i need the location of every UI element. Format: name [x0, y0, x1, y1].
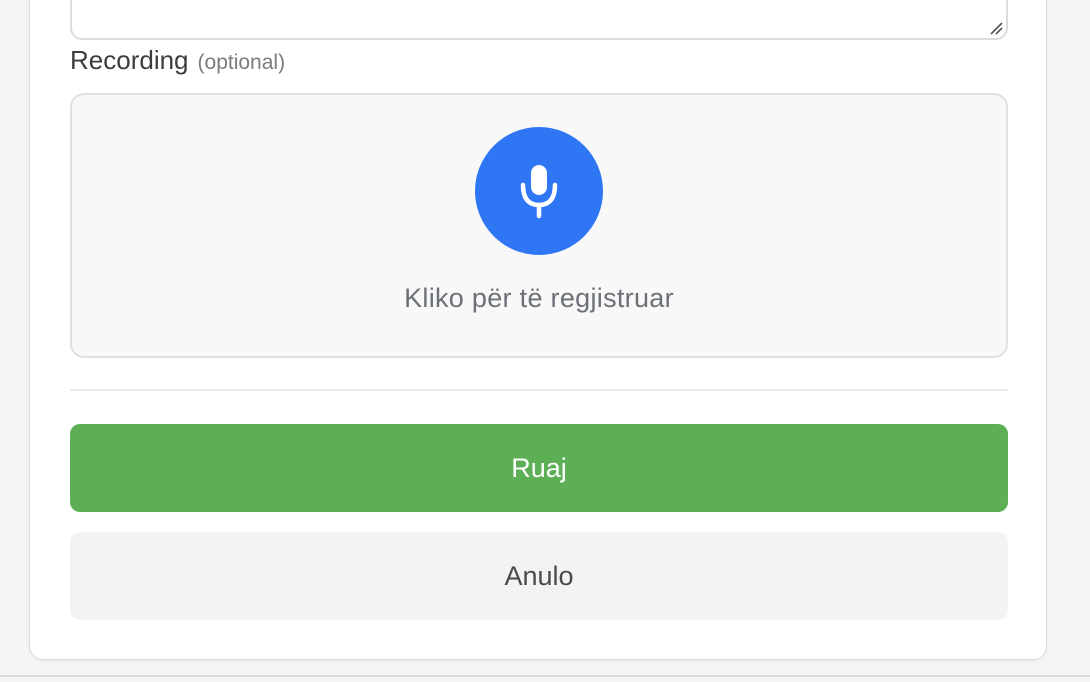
notes-textarea[interactable]	[70, 0, 1008, 40]
cancel-button[interactable]: Anulo	[70, 532, 1008, 620]
recording-area: Kliko për të regjistruar	[70, 93, 1008, 358]
recording-label: Recording	[70, 45, 189, 75]
divider	[70, 389, 1008, 391]
page-bottom-border	[0, 675, 1090, 677]
save-button[interactable]: Ruaj	[70, 424, 1008, 512]
recording-label-row: Recording (optional)	[70, 45, 285, 77]
resize-grip-icon[interactable]	[989, 21, 1003, 35]
microphone-icon	[520, 165, 558, 219]
optional-hint: (optional)	[197, 51, 286, 74]
record-button[interactable]	[475, 127, 603, 255]
record-hint: Kliko për të regjistruar	[404, 283, 674, 313]
